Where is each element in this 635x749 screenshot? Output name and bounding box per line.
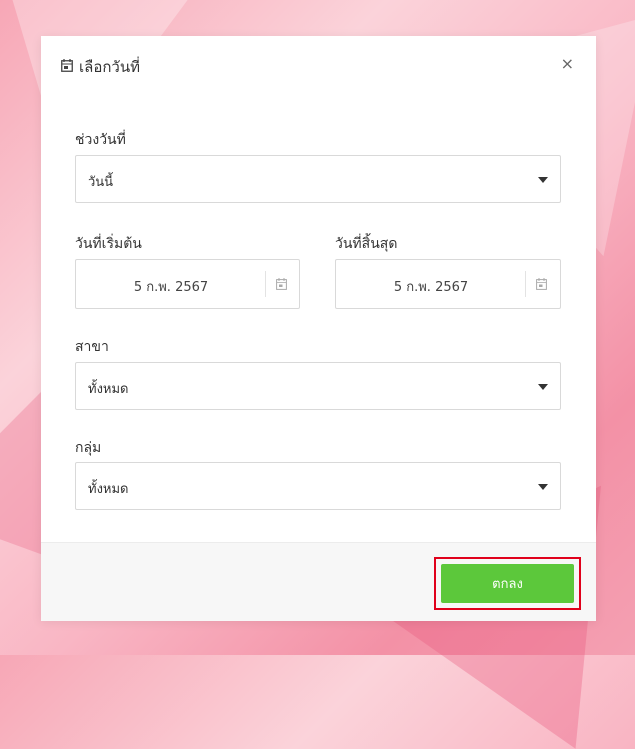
calendar-icon: [61, 59, 73, 72]
branch-select[interactable]: ทั้งหมด: [75, 362, 561, 410]
date-range-value: วันนี้: [88, 175, 114, 190]
end-date-label: วันที่สิ้นสุด: [335, 236, 398, 252]
group-label: กลุ่ม: [75, 440, 102, 456]
caret-down-icon: [538, 484, 548, 490]
highlight-outline: ตกลง: [434, 557, 581, 610]
date-range-select[interactable]: วันนี้: [75, 155, 561, 203]
divider: [525, 271, 526, 297]
start-date-label: วันที่เริ่มต้น: [75, 236, 142, 252]
calendar-icon[interactable]: [276, 278, 287, 290]
ok-button[interactable]: ตกลง: [441, 564, 574, 603]
dialog-header: เลือกวันที่ ×: [41, 36, 596, 100]
close-icon[interactable]: ×: [561, 55, 574, 73]
start-date-input[interactable]: 5 ก.พ. 2567: [75, 259, 300, 309]
divider: [265, 271, 266, 297]
calendar-icon[interactable]: [536, 278, 547, 290]
caret-down-icon: [538, 384, 548, 390]
dialog-footer: ตกลง: [41, 542, 596, 621]
dialog-title: เลือกวันที่: [79, 58, 140, 76]
branch-value: ทั้งหมด: [88, 382, 129, 397]
date-picker-dialog: เลือกวันที่ × ช่วงวันที่ วันนี้ วันที่เร…: [41, 36, 596, 621]
group-select[interactable]: ทั้งหมด: [75, 462, 561, 510]
end-date-value: 5 ก.พ. 2567: [393, 280, 469, 295]
start-date-value: 5 ก.พ. 2567: [133, 280, 209, 295]
date-range-label: ช่วงวันที่: [75, 132, 126, 148]
group-value: ทั้งหมด: [88, 482, 129, 497]
end-date-input[interactable]: 5 ก.พ. 2567: [335, 259, 561, 309]
caret-down-icon: [538, 177, 548, 183]
branch-label: สาขา: [75, 339, 109, 355]
